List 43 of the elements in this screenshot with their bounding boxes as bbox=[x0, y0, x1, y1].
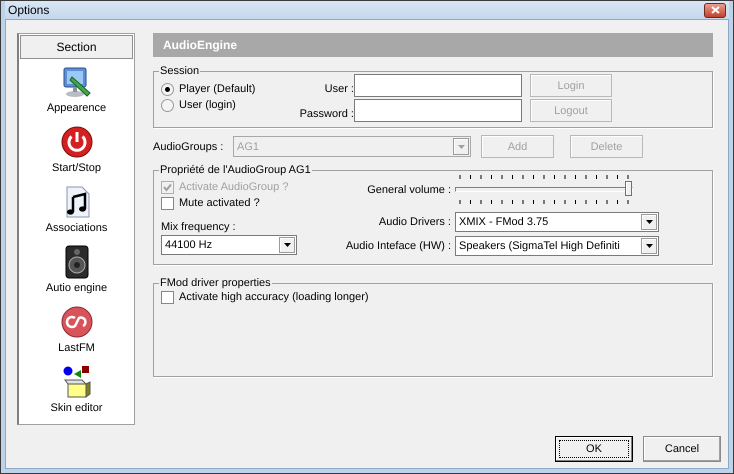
input-field[interactable] bbox=[354, 99, 522, 122]
field-label: User : bbox=[324, 83, 354, 97]
section-item[interactable]: Associations bbox=[46, 222, 108, 234]
field-label: Audio Drivers : bbox=[378, 216, 451, 228]
section-title: AudioEngine bbox=[153, 33, 713, 57]
radio-label: User (login) bbox=[179, 99, 236, 111]
field-label: General volume : bbox=[366, 184, 451, 196]
section-item[interactable]: Skin editor bbox=[50, 402, 102, 414]
section-item[interactable]: Start/Stop bbox=[52, 162, 101, 174]
radio-button[interactable] bbox=[161, 82, 174, 96]
group-label: FMod driver properties bbox=[159, 277, 272, 289]
close-icon[interactable] bbox=[710, 6, 720, 14]
checkbox-label: Mute activated ? bbox=[179, 197, 260, 209]
slider-thumb[interactable] bbox=[625, 181, 632, 196]
ok-button[interactable]: OK bbox=[555, 436, 633, 462]
dropdown[interactable]: Speakers (SigmaTel High Definiti bbox=[455, 236, 659, 256]
checkbox[interactable] bbox=[161, 290, 174, 304]
radio-button[interactable] bbox=[161, 98, 174, 112]
field-label: Audio Inteface (HW) : bbox=[344, 240, 451, 252]
section-item[interactable]: Appearence bbox=[46, 102, 106, 114]
close-button[interactable] bbox=[704, 2, 726, 18]
caret-icon[interactable] bbox=[641, 214, 657, 230]
window-title: Options bbox=[8, 3, 50, 17]
radio-label: Player (Default) bbox=[179, 83, 256, 95]
checkbox-label: Activate AudioGroup ? bbox=[179, 181, 288, 193]
dropdown[interactable]: 44100 Hz bbox=[161, 235, 297, 255]
caret-icon[interactable] bbox=[279, 237, 295, 253]
circle-logo-icon bbox=[60, 305, 94, 339]
checkbox[interactable] bbox=[161, 196, 174, 210]
checkbox-label: Activate high accuracy (loading longer) bbox=[179, 291, 369, 303]
group-label: Session bbox=[159, 65, 200, 77]
caret-icon[interactable] bbox=[641, 238, 657, 254]
section-header: Section bbox=[20, 35, 133, 59]
section-item[interactable]: LastFM bbox=[58, 342, 95, 354]
field-label: Mix frequency : bbox=[161, 221, 236, 233]
field-label: AudioGroups : bbox=[153, 140, 224, 152]
input-field[interactable] bbox=[354, 74, 522, 97]
cancel-button[interactable]: Cancel bbox=[643, 436, 721, 462]
dropdown[interactable]: XMIX - FMod 3.75 bbox=[455, 212, 659, 232]
section-item[interactable]: Autio engine bbox=[46, 282, 108, 294]
power-icon bbox=[60, 125, 94, 159]
group-label: Propriété de l'AudioGroup AG1 bbox=[159, 164, 312, 176]
field-label: Password : bbox=[298, 108, 354, 122]
